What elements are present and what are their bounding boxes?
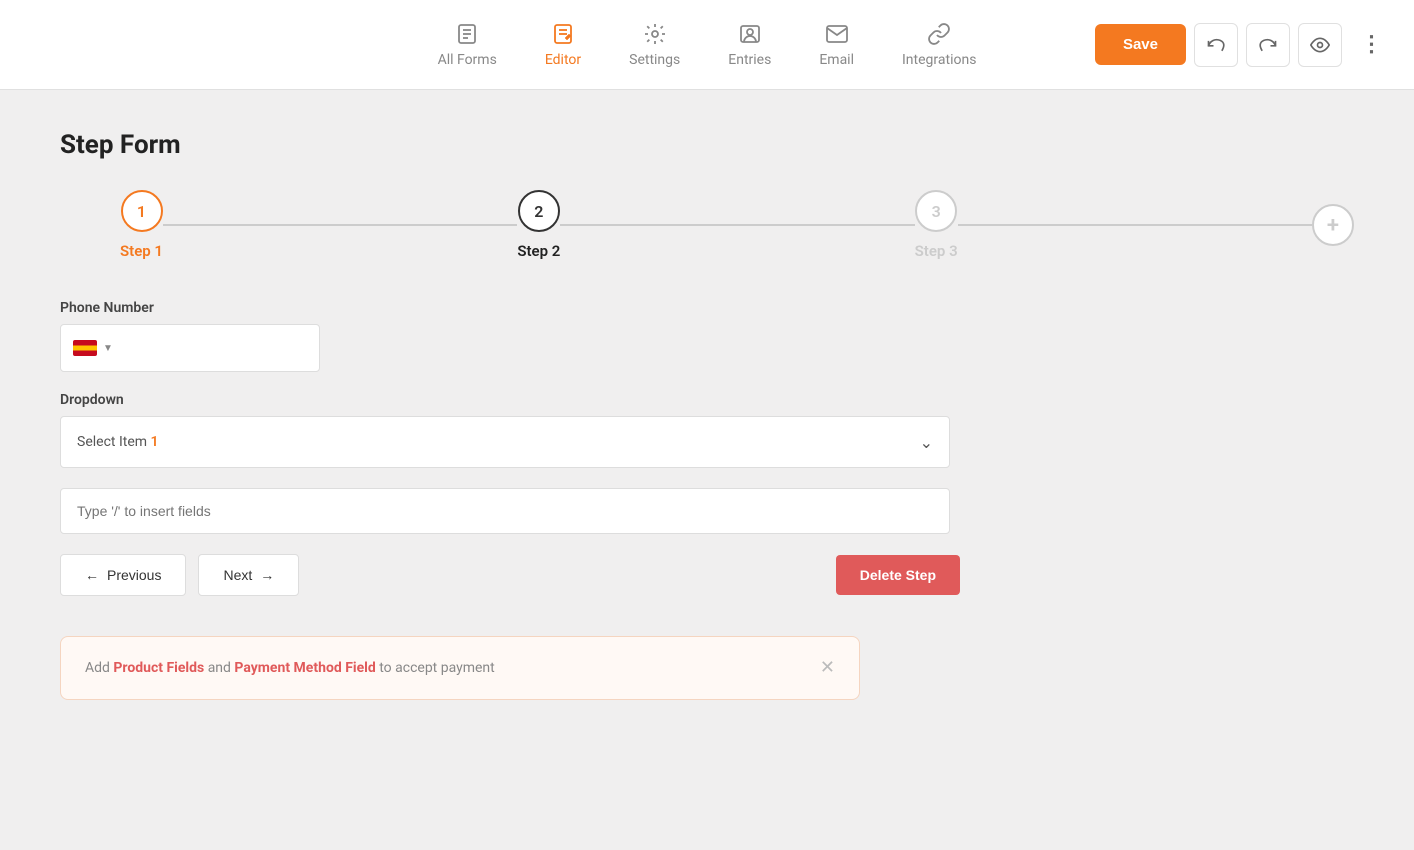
step-3-number: 3 [932,202,941,221]
step-action-buttons: ← Previous Next → Delete Step [60,554,960,596]
step-3-label: Step 3 [915,242,958,260]
insert-field-input[interactable] [60,488,950,534]
nav-item-all-forms[interactable]: All Forms [418,12,517,78]
entries-icon [738,22,762,46]
step-1-group[interactable]: 1 Step 1 [120,190,163,260]
top-navigation: All Forms Editor Settings [0,0,1414,90]
nav-items-group: All Forms Editor Settings [418,12,997,78]
dropdown-selected-text: Select Item 1 [77,434,159,450]
save-button[interactable]: Save [1095,24,1186,65]
redo-button[interactable] [1246,23,1290,67]
step-1-label: Step 1 [120,242,163,260]
step-2-group[interactable]: 2 Step 2 [517,190,560,260]
nav-label-email: Email [819,52,854,68]
editor-icon [551,22,575,46]
previous-label: Previous [107,567,161,583]
undo-button[interactable] [1194,23,1238,67]
integrations-icon [927,22,951,46]
phone-input-wrapper[interactable]: ▼ [60,324,320,372]
main-content: Step Form 1 Step 1 2 Step 2 3 Step 3 [0,90,1414,740]
step-1-number: 1 [137,202,146,221]
nav-label-settings: Settings [629,52,680,68]
add-step-group[interactable]: + [1312,204,1354,246]
dropdown-field-group: Dropdown Select Item 1 ⌄ [60,392,960,468]
banner-text: Add Product Fields and Payment Method Fi… [85,660,495,676]
phone-number-input[interactable] [119,340,307,356]
banner-prefix: Add [85,660,113,676]
dropdown-item-number: 1 [151,434,159,450]
eye-icon [1310,35,1330,55]
nav-label-integrations: Integrations [902,52,976,68]
dropdown-chevron-icon: ⌄ [920,433,933,452]
banner-payment-field[interactable]: Payment Method Field [234,660,375,676]
settings-icon [643,22,667,46]
more-options-button[interactable]: ⋮ [1350,23,1394,67]
nav-label-all-forms: All Forms [438,52,497,68]
add-step-circle[interactable]: + [1312,204,1354,246]
right-arrow-icon: → [260,567,274,583]
dropdown-label: Dropdown [60,392,960,408]
delete-step-button[interactable]: Delete Step [836,555,960,595]
step-2-number: 2 [534,202,543,221]
previous-button[interactable]: ← Previous [60,554,186,596]
dropdown-select[interactable]: Select Item 1 ⌄ [60,416,950,468]
banner-and: and [204,660,234,676]
left-arrow-icon: ← [85,567,99,583]
step-3-circle[interactable]: 3 [915,190,957,232]
banner-product-fields[interactable]: Product Fields [113,660,204,676]
connector-2-3 [560,224,914,226]
nav-item-email[interactable]: Email [799,12,874,78]
nav-item-editor[interactable]: Editor [525,12,601,78]
redo-icon [1258,35,1278,55]
form-area: Phone Number ▼ Dropdown Select Item 1 ⌄ [60,300,960,596]
nav-item-integrations[interactable]: Integrations [882,12,996,78]
step-3-group[interactable]: 3 Step 3 [915,190,958,260]
page-title: Step Form [60,130,1354,160]
form-icon [455,22,479,46]
step-2-circle[interactable]: 2 [518,190,560,232]
step-1-circle[interactable]: 1 [121,190,163,232]
phone-label: Phone Number [60,300,960,316]
banner-close-button[interactable]: ✕ [820,659,835,677]
connector-1-2 [163,224,517,226]
phone-field-group: Phone Number ▼ [60,300,960,372]
nav-item-entries[interactable]: Entries [708,12,791,78]
step-indicator: 1 Step 1 2 Step 2 3 Step 3 + [60,190,1354,260]
next-label: Next [223,567,252,583]
insert-field-group [60,488,960,534]
nav-item-settings[interactable]: Settings [609,12,700,78]
country-flag-icon [73,340,97,356]
banner-suffix: to accept payment [376,660,495,676]
undo-icon [1206,35,1226,55]
step-2-label: Step 2 [517,242,560,260]
nav-label-entries: Entries [728,52,771,68]
flag-dropdown-arrow[interactable]: ▼ [103,343,113,354]
nav-right-actions: Save ⋮ [1095,23,1394,67]
connector-3-plus [958,224,1312,226]
payment-banner: Add Product Fields and Payment Method Fi… [60,636,860,700]
email-icon [825,22,849,46]
nav-label-editor: Editor [545,52,581,68]
preview-button[interactable] [1298,23,1342,67]
next-button[interactable]: Next → [198,554,299,596]
